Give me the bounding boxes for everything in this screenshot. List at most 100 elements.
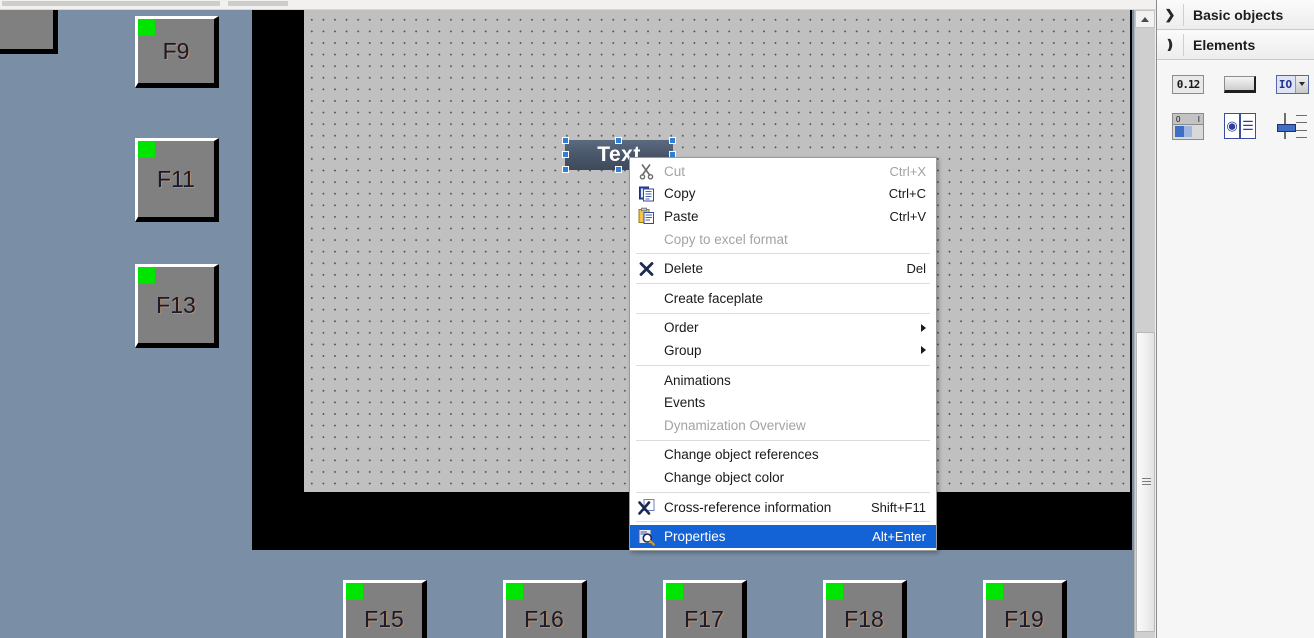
menu-item-label: Cut [664, 163, 686, 179]
menu-item-label: Order [664, 320, 699, 336]
menu-item-change-object-color[interactable]: Change object color [630, 466, 936, 489]
menu-item-label: Group [664, 342, 702, 358]
library-book-icon: ◉ ☰ [1224, 113, 1256, 139]
context-menu[interactable]: Cut Ctrl+X Copy Ctrl+C Paste Ctrl+V Copy to ex… [629, 157, 937, 551]
delete-x-icon [638, 260, 655, 277]
menu-separator [636, 312, 930, 314]
menu-separator [636, 491, 930, 493]
menu-item-group[interactable]: Group [630, 339, 936, 362]
menu-item-shortcut: Ctrl+V [889, 208, 926, 224]
graphic-io-field-element[interactable]: ◉ ☰ [1223, 112, 1257, 140]
io-field-icon: 0.12 [1172, 74, 1204, 94]
menu-item-copy-to-excel-format: Copy to excel format [630, 228, 936, 251]
menu-item-create-faceplate[interactable]: Create faceplate [630, 287, 936, 310]
function-key-f19[interactable]: F19 [983, 580, 1067, 638]
menu-item-paste[interactable]: Paste Ctrl+V [630, 205, 936, 228]
chevron-up-icon [1141, 16, 1149, 22]
menu-item-label: Cross-reference information [664, 499, 832, 515]
menu-item-label: Copy to excel format [664, 231, 788, 247]
toolbox-row: 0I ◉ ☰ [1171, 112, 1314, 140]
submenu-arrow-icon [921, 346, 926, 355]
menu-item-shortcut: Ctrl+C [888, 186, 926, 202]
menu-item-label: Events [664, 395, 706, 411]
selection-handle-n[interactable] [615, 137, 622, 144]
menu-item-change-object-references[interactable]: Change object references [630, 444, 936, 467]
menu-item-properties[interactable]: Properties Alt+Enter [630, 525, 936, 548]
switch-icon: 0I [1172, 112, 1204, 140]
top-chrome-strip [0, 0, 1314, 10]
slider-icon [1277, 113, 1307, 139]
menu-item-animations[interactable]: Animations [630, 369, 936, 392]
scroll-up-button[interactable] [1135, 10, 1155, 28]
button-icon [1224, 75, 1256, 93]
function-key-f15[interactable]: F15 [343, 580, 427, 638]
menu-item-label: Create faceplate [664, 290, 764, 306]
menu-item-cross-reference-information[interactable]: Cross-reference information Shift+F11 [630, 496, 936, 519]
cross-reference-icon [638, 499, 655, 516]
function-key-f17[interactable]: F17 [663, 580, 747, 638]
hmi-runtime-panel: F9 F11 F13 F15 F16 F17 F18 F19 Text [0, 10, 1155, 638]
function-key-label: F18 [844, 605, 884, 632]
function-key-f13[interactable]: F13 [135, 264, 219, 348]
switch-element[interactable]: 0I [1171, 112, 1205, 140]
selection-handle-sw[interactable] [562, 166, 569, 173]
selection-handle-s[interactable] [615, 166, 622, 173]
toolbox-section-title: Elements [1193, 36, 1256, 53]
chevron-right-icon[interactable]: ❯ [1157, 8, 1183, 21]
menu-separator [636, 364, 930, 366]
scissors-icon [638, 163, 655, 180]
selection-handle-nw[interactable] [562, 137, 569, 144]
menu-item-shortcut: Shift+F11 [870, 499, 926, 515]
selection-handle-ne[interactable] [669, 137, 676, 144]
menu-item-shortcut: Alt+Enter [872, 529, 926, 545]
function-key-label: F9 [162, 37, 190, 64]
symbolic-io-field-element[interactable]: IO [1275, 70, 1309, 98]
paste-icon [638, 208, 655, 225]
function-key-f9[interactable]: F9 [135, 16, 219, 88]
dropdown-icon: IO [1275, 74, 1309, 94]
menu-item-cut: Cut Ctrl+X [630, 160, 936, 183]
menu-item-copy[interactable]: Copy Ctrl+C [630, 183, 936, 206]
menu-item-dynamization-overview: Dynamization Overview [630, 414, 936, 437]
copy-icon [638, 185, 655, 202]
selection-handle-w[interactable] [562, 151, 569, 158]
menu-item-shortcut: Ctrl+X [889, 163, 926, 179]
menu-item-label: Copy [664, 186, 696, 202]
function-key-f18[interactable]: F18 [823, 580, 907, 638]
toolbox-section-basic-objects[interactable]: ❯ Basic objects [1157, 0, 1314, 30]
function-key-partial[interactable] [0, 10, 58, 54]
menu-item-order[interactable]: Order [630, 317, 936, 340]
menu-separator [636, 282, 930, 284]
toolbox-row: 0.12 IO [1171, 70, 1314, 98]
function-key-label: F11 [157, 165, 195, 192]
function-key-label: F17 [684, 605, 724, 632]
menu-item-delete[interactable]: Delete Del [630, 257, 936, 280]
chevron-down-icon [1294, 75, 1308, 93]
chevron-down-icon[interactable]: ❫ [1157, 38, 1183, 51]
menu-item-label: Paste [664, 208, 699, 224]
menu-item-label: Properties [664, 529, 726, 545]
menu-separator [636, 521, 930, 523]
function-key-label: F19 [1004, 605, 1044, 632]
menu-item-label: Change object color [664, 469, 785, 485]
slider-element[interactable] [1275, 112, 1309, 140]
toolbox-section-elements[interactable]: ❫ Elements [1157, 30, 1314, 60]
menu-separator [636, 253, 930, 255]
function-key-label: F15 [364, 605, 404, 632]
function-key-label: F16 [524, 605, 564, 632]
io-field-element[interactable]: 0.12 [1171, 70, 1205, 98]
toolbox-elements-body: 0.12 IO 0I ◉ ☰ [1157, 60, 1314, 140]
properties-icon [638, 528, 656, 546]
function-key-f11[interactable]: F11 [135, 138, 219, 222]
function-key-label: F13 [156, 291, 196, 318]
hmi-screen-editor: F9 F11 F13 F15 F16 F17 F18 F19 Text Cut Ctrl+X Co… [0, 0, 1314, 638]
dropdown-value: IO [1276, 75, 1295, 93]
menu-item-events[interactable]: Events [630, 391, 936, 414]
scrollbar-thumb[interactable] [1136, 332, 1155, 632]
toolbox-panel: ❯ Basic objects ❫ Elements 0.12 IO 0 I ◉… [1156, 0, 1314, 638]
grip-lines-icon [1142, 478, 1151, 485]
button-element[interactable] [1223, 70, 1257, 98]
menu-item-label: Dynamization Overview [664, 417, 806, 433]
canvas-vertical-scrollbar[interactable] [1134, 10, 1155, 638]
function-key-f16[interactable]: F16 [503, 580, 587, 638]
